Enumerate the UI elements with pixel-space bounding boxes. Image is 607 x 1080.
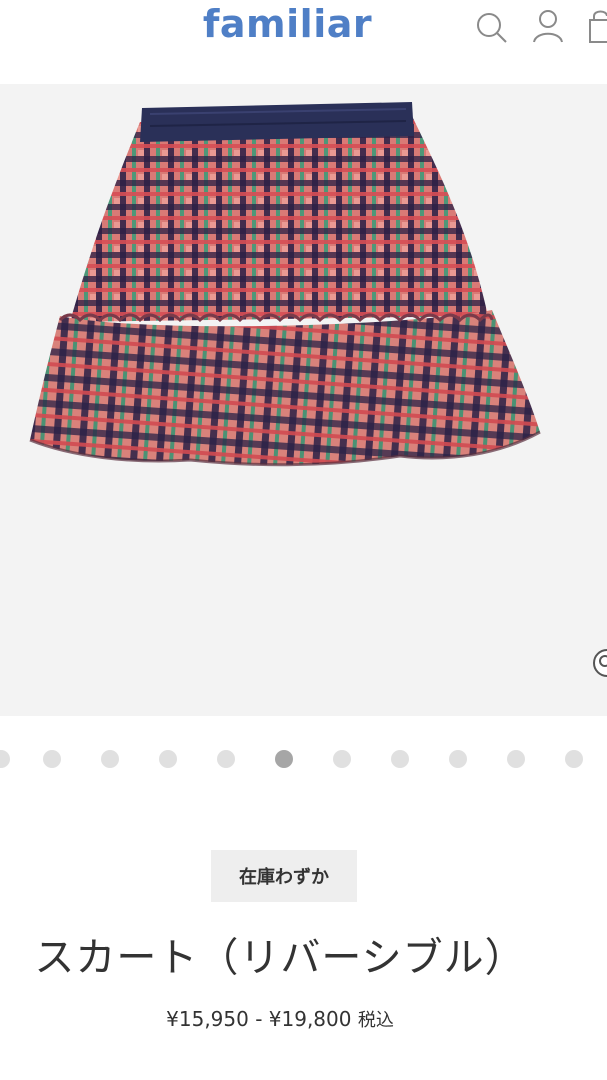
carousel-dot[interactable] — [333, 750, 351, 768]
account-icon[interactable] — [530, 6, 566, 50]
tax-label: 税込 — [357, 1010, 394, 1031]
carousel-dot[interactable] — [43, 750, 61, 768]
product-image-gallery[interactable] — [0, 84, 607, 716]
carousel-dot[interactable] — [217, 750, 235, 768]
carousel-dot-active[interactable] — [275, 750, 293, 768]
carousel-dot[interactable] — [507, 750, 525, 768]
search-icon[interactable] — [473, 6, 509, 50]
price-range: ¥15,950 - ¥19,800 — [166, 1007, 352, 1031]
carousel-pagination — [0, 750, 607, 770]
carousel-dot[interactable] — [565, 750, 583, 768]
carousel-dot[interactable] — [0, 750, 10, 768]
zoom-icon[interactable] — [592, 648, 607, 678]
product-price: ¥15,950 - ¥19,800 税込 — [0, 1006, 560, 1032]
stock-status-badge: 在庫わずか — [211, 850, 357, 902]
product-image — [29, 102, 541, 467]
cart-icon[interactable] — [586, 6, 607, 50]
carousel-dot[interactable] — [101, 750, 119, 768]
carousel-dot[interactable] — [449, 750, 467, 768]
product-title: スカート（リバーシブル） — [34, 935, 526, 981]
site-header: familiar — [0, 0, 607, 82]
carousel-dot[interactable] — [391, 750, 409, 768]
carousel-dot[interactable] — [159, 750, 177, 768]
